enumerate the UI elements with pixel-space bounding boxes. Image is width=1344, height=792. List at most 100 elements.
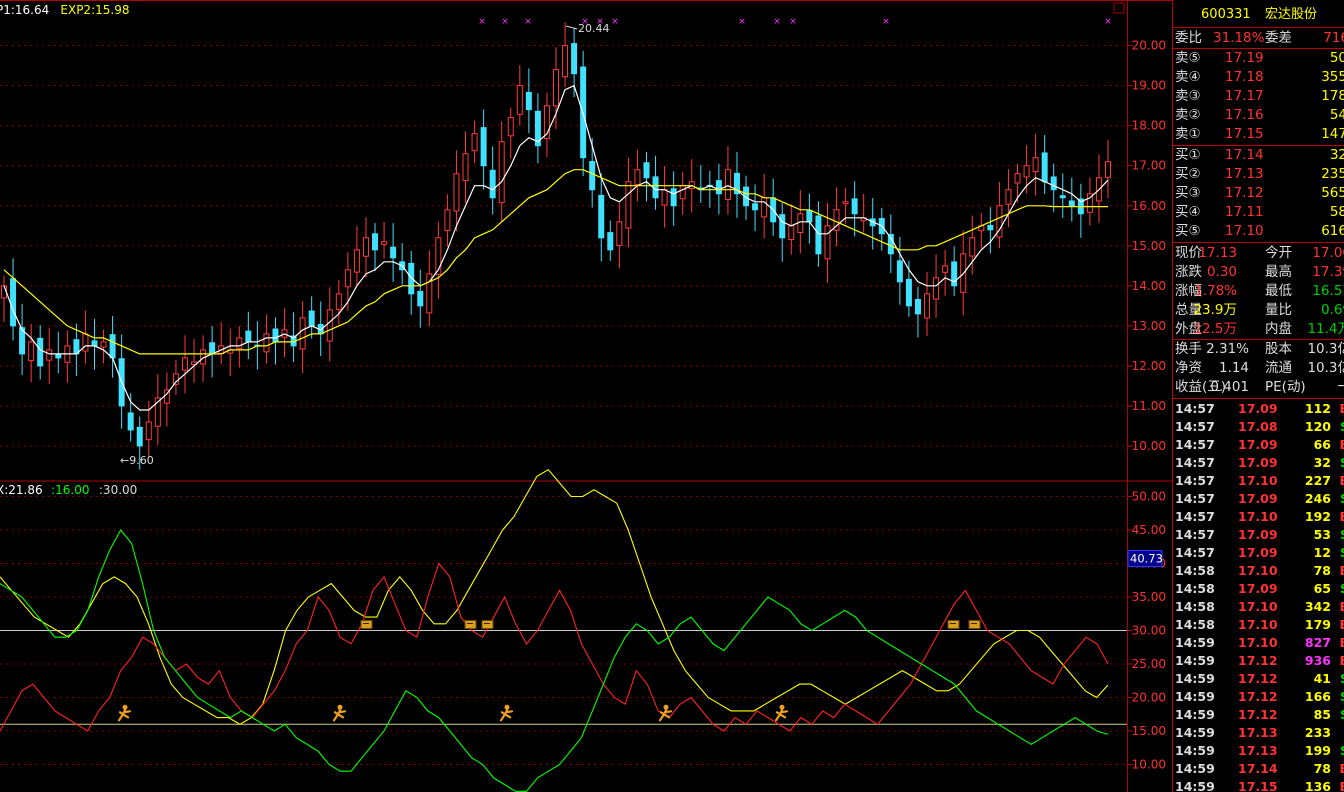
tick-row: 14:59 17.13 233 [1173, 724, 1344, 742]
tick-side: B [1339, 760, 1344, 778]
stat-value: 17.13 [1198, 245, 1237, 261]
tick-time: 14:57 [1175, 509, 1215, 524]
runner-signal-icon [774, 704, 789, 722]
sell-level-volume: 147 [1321, 126, 1344, 142]
tick-side: B [1339, 436, 1344, 454]
buy-level-row: 买② 17.13 235 [1173, 165, 1344, 184]
candle-body [381, 241, 388, 245]
candle-body [616, 221, 623, 247]
stat-label: 最低 [1265, 283, 1292, 299]
candle-body [55, 354, 62, 359]
tick-time: 14:59 [1175, 653, 1215, 668]
upper-candlestick-pane[interactable]: 20.44←9.60× × × × × × × × × × × [1, 2, 1125, 470]
legends: P1:16.64 EXP2:15.98 X:21.86:16.00:30.00 [0, 3, 137, 497]
tick-time: 14:58 [1175, 599, 1215, 614]
tick-row: 14:59 17.12 85 S [1173, 706, 1344, 724]
tick-volume: 65 [1313, 581, 1331, 596]
buy-level-volume: 235 [1321, 166, 1344, 182]
tick-time: 14:57 [1175, 437, 1215, 452]
candle-body [46, 349, 53, 361]
tick-side: S [1340, 526, 1344, 544]
buy-level-label: 买⑤ [1175, 223, 1201, 239]
sell-level-label: 卖⑤ [1175, 50, 1201, 66]
buy-level-row: 买① 17.14 32 [1173, 146, 1344, 165]
candle-body [1032, 157, 1039, 173]
candle-body [788, 225, 795, 241]
price-tick-label: 10.00 [1132, 439, 1166, 453]
candle-body [136, 426, 143, 447]
sell-level-row: 卖③ 17.17 178 [1173, 87, 1344, 106]
stat-row: 收益(三)0.401PE(动)一 [1173, 378, 1344, 397]
sell-signal-icon [968, 620, 981, 629]
tick-price: 17.09 [1238, 437, 1278, 452]
stat-label: 流通 [1265, 360, 1292, 376]
indicator-line-2 [0, 529, 1109, 792]
tick-side: S [1340, 490, 1344, 508]
tick-price: 17.12 [1238, 653, 1278, 668]
candle-body [824, 225, 831, 260]
tick-time: 14:58 [1175, 581, 1215, 596]
signal-marker: × [773, 17, 781, 27]
lower-indicator-pane[interactable] [0, 468, 1127, 792]
weicha-value: 716 [1323, 30, 1344, 46]
buy-level-label: 买③ [1175, 185, 1201, 201]
tick-price: 17.10 [1238, 473, 1278, 488]
candle-body [815, 215, 822, 255]
candle-body [670, 188, 677, 207]
stat-value: 2.31% [1206, 341, 1249, 357]
candle-body [607, 232, 614, 251]
signal-marker: × [789, 17, 797, 27]
tick-row: 14:57 17.09 112 B [1173, 400, 1344, 418]
buy-level-label: 买④ [1175, 204, 1201, 220]
tick-volume: 227 [1304, 473, 1331, 488]
signal-marker: × [478, 17, 486, 27]
tick-time: 14:57 [1175, 491, 1215, 506]
runner-head [779, 704, 785, 710]
signal-marker: × [1104, 17, 1112, 27]
candle-body [643, 162, 650, 179]
candle-body [1005, 189, 1012, 205]
indicator-tick-label: 30.00 [1132, 624, 1166, 638]
tick-side: B [1339, 508, 1344, 526]
tick-price: 17.09 [1238, 545, 1278, 560]
kline-chart-area[interactable]: 20.44←9.60× × × × × × × × × × × 20.0019.0018.0017.… [0, 0, 1172, 792]
lower-legend-item: X:21.86 [0, 483, 43, 497]
stat-label: 今开 [1265, 245, 1292, 261]
tick-row: 14:59 17.14 78 B [1173, 760, 1344, 778]
price-tick-label: 14.00 [1132, 279, 1166, 293]
indicator-tick-label: 35.00 [1132, 590, 1166, 604]
tick-time: 14:59 [1175, 707, 1215, 722]
tick-side: B [1339, 400, 1344, 418]
candle-body [987, 224, 994, 231]
tick-price: 17.10 [1238, 599, 1278, 614]
sell-level-price: 17.18 [1225, 69, 1264, 85]
tick-side: S [1340, 670, 1344, 688]
sell-level-row: 卖① 17.15 147 [1173, 125, 1344, 144]
tick-side: B [1339, 634, 1344, 652]
candle-body [28, 341, 35, 362]
expand-icon[interactable] [1113, 2, 1125, 14]
candle-body [933, 277, 940, 300]
tick-time: 14:57 [1175, 401, 1215, 416]
stat-value: 17.39 [1312, 264, 1344, 280]
candle-body [553, 69, 559, 107]
tick-row: 14:58 17.09 65 S [1173, 580, 1344, 598]
tick-price: 17.09 [1238, 455, 1278, 470]
sell-signal-icon [360, 620, 373, 629]
tick-time: 14:59 [1175, 635, 1215, 650]
top-legend-item: P1:16.64 [0, 3, 49, 17]
candle-body [715, 180, 722, 195]
stat-row: 换手2.31% 股本 10.3亿 [1173, 340, 1344, 359]
runner-head [337, 704, 343, 710]
indicator-tick-label: 20.00 [1132, 691, 1166, 705]
quote-panel: 600331 宏达股份 委比 31.18%委差 716 卖⑤ 17.19 50 卖④ 17.1… [1172, 0, 1344, 792]
tick-volume: 192 [1304, 509, 1331, 524]
candle-body [1014, 173, 1021, 184]
tick-volume: 246 [1304, 491, 1331, 506]
tick-price: 17.12 [1238, 707, 1278, 722]
tick-volume: 66 [1313, 437, 1331, 452]
signal-marker: × [738, 17, 746, 27]
runner-signal-icon [117, 704, 132, 722]
tick-time: 14:57 [1175, 455, 1215, 470]
candle-body [263, 333, 270, 353]
